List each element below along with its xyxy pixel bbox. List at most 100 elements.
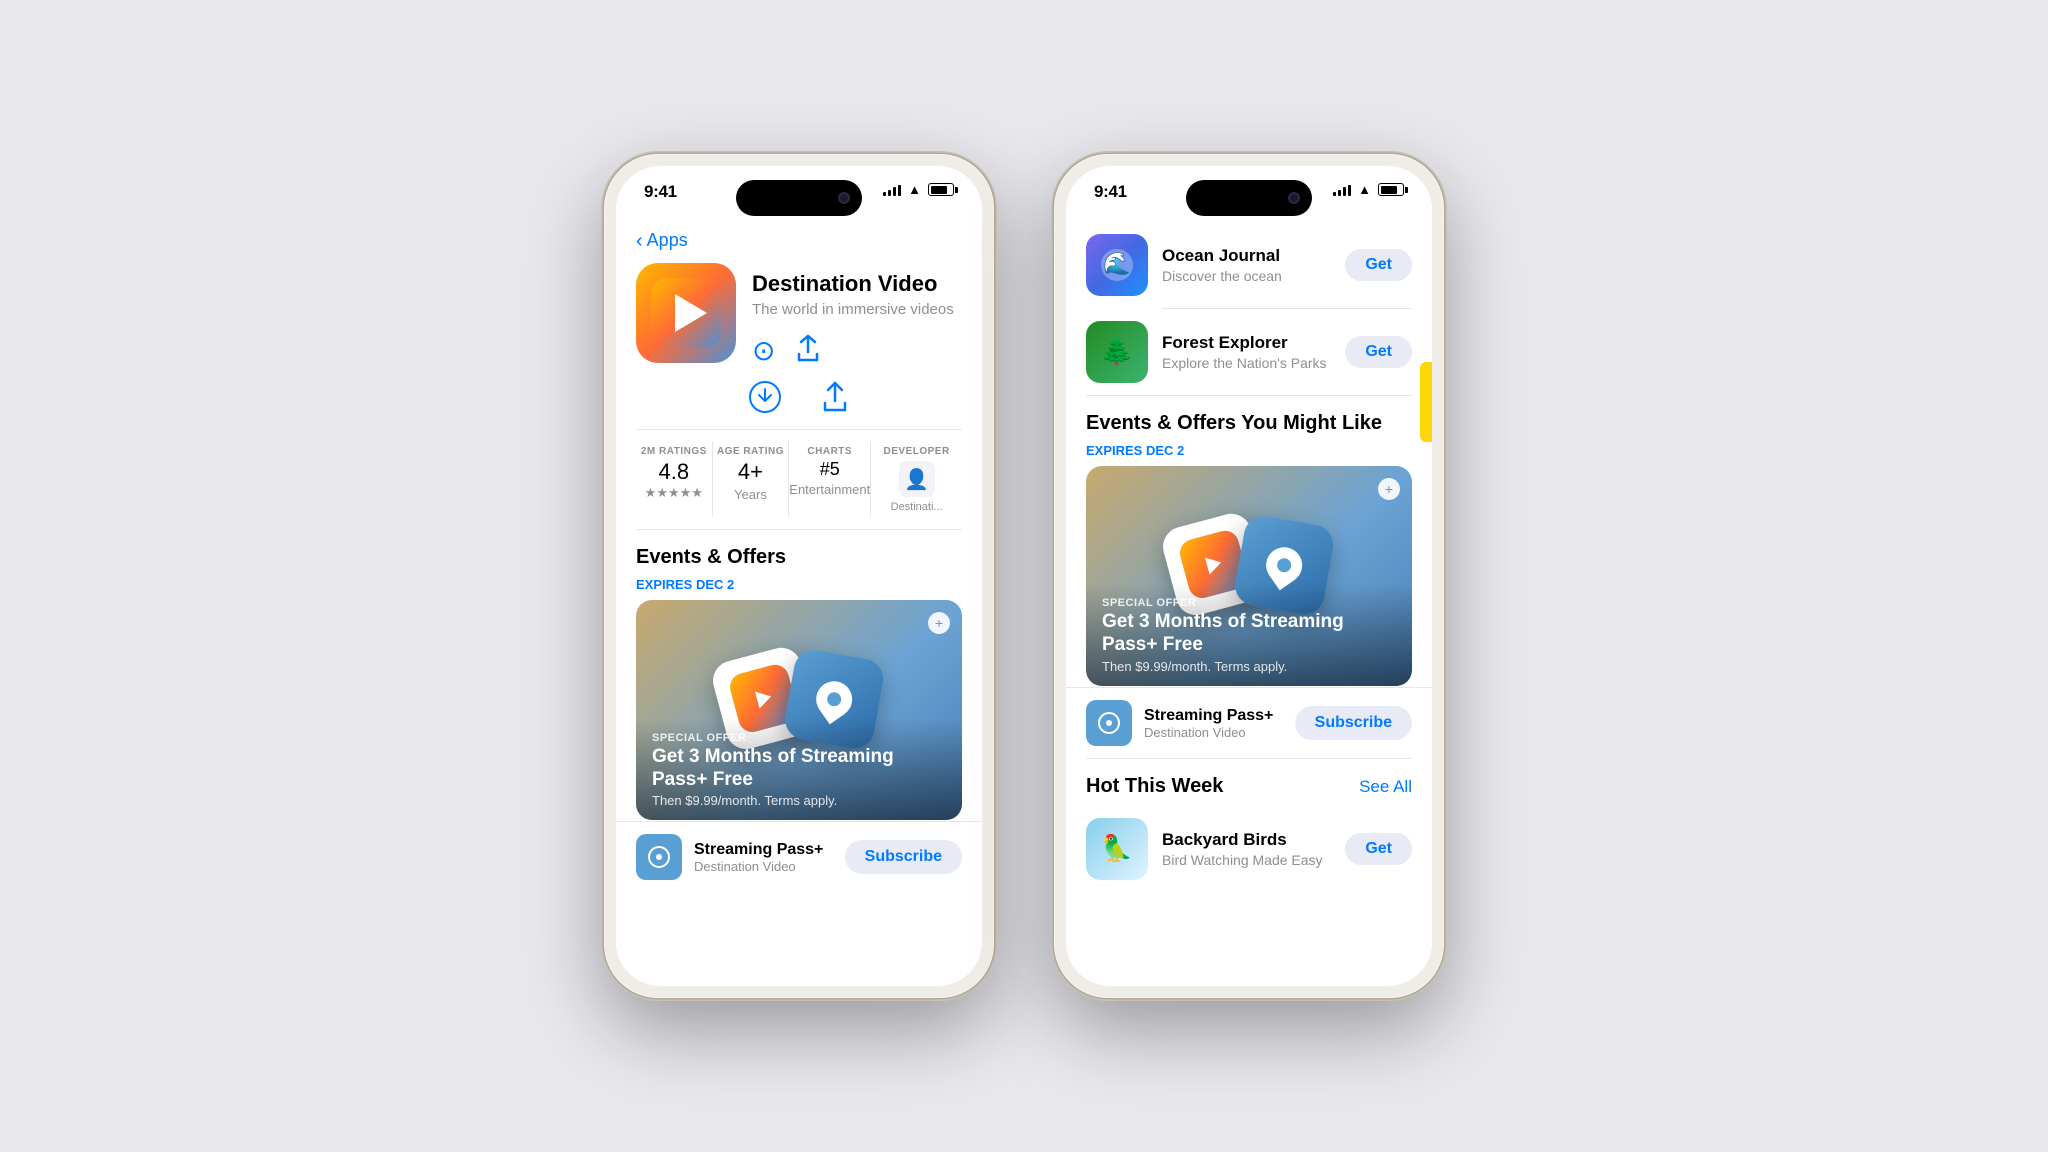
signal-icon-1 <box>883 183 901 196</box>
forest-explorer-icon: 🌲 <box>1086 321 1148 383</box>
subscribe-app-name-1: Streaming Pass+ <box>694 841 833 859</box>
event-card-content: SPECIAL OFFER Get 3 Months of Streaming … <box>636 718 962 821</box>
event-card-title-2: Get 3 Months of Streaming Pass+ Free <box>1102 611 1396 657</box>
ocean-journal-name: Ocean Journal <box>1162 246 1331 266</box>
hot-section-header: Hot This Week See All <box>1066 759 1432 806</box>
forest-explorer-name: Forest Explorer <box>1162 333 1331 353</box>
subscribe-row-2: Streaming Pass+ Destination Video Subscr… <box>1066 687 1432 758</box>
subscribe-app-sub-2: Destination Video <box>1144 725 1283 740</box>
phone-2: 9:41 ▲ <box>1054 154 1444 998</box>
age-label: Age Rating <box>713 446 789 457</box>
download-btn[interactable] <box>749 381 781 413</box>
signal-icon-2 <box>1333 183 1351 196</box>
back-label[interactable]: Apps <box>647 230 688 251</box>
app-actions: ⊙ <box>752 334 962 369</box>
status-icons-2: ▲ <box>1333 182 1404 197</box>
svg-text:🌲: 🌲 <box>1101 336 1133 366</box>
developer-icon: 👤 <box>899 461 935 497</box>
forest-explorer-info: Forest Explorer Explore the Nation's Par… <box>1162 333 1331 371</box>
special-offer-label-2: SPECIAL OFFER <box>1102 597 1396 609</box>
chart-label: Charts <box>789 446 870 457</box>
download-icon[interactable]: ⊙ <box>752 334 775 369</box>
subscribe-app-name-2: Streaming Pass+ <box>1144 707 1283 725</box>
phone-1: 9:41 ▲ ‹ <box>604 154 994 998</box>
ocean-journal-info: Ocean Journal Discover the ocean <box>1162 246 1331 284</box>
event-card-1[interactable]: + SPECIAL OFFER Get 3 Months of Streamin… <box>636 600 962 820</box>
event-card-subtitle-2: Then $9.99/month. Terms apply. <box>1102 659 1396 674</box>
list-item-backyard: 🦜 Backyard Birds Bird Watching Made Easy… <box>1066 806 1432 892</box>
phone-2-screen: 9:41 ▲ <box>1066 166 1432 986</box>
yellow-accent-peek <box>1420 362 1432 442</box>
destination-video-icon-svg <box>651 278 721 348</box>
back-nav[interactable]: ‹ Apps <box>616 222 982 255</box>
subscribe-info-2: Streaming Pass+ Destination Video <box>1144 707 1283 740</box>
dev-label: Developer <box>884 446 950 457</box>
subscribe-info-1: Streaming Pass+ Destination Video <box>694 841 833 874</box>
wifi-icon-2: ▲ <box>1358 182 1371 197</box>
back-chevron-icon: ‹ <box>636 231 643 251</box>
backyard-birds-icon: 🦜 <box>1086 818 1148 880</box>
app-header: Destination Video The world in immersive… <box>616 255 982 381</box>
expires-label-1: EXPIRES DEC 2 <box>616 573 982 600</box>
chart-sub: Entertainment <box>789 482 870 497</box>
see-all-button[interactable]: See All <box>1359 777 1412 797</box>
plus-badge-2: + <box>1378 478 1400 500</box>
ocean-journal-desc: Discover the ocean <box>1162 268 1331 284</box>
ratings-row: 2M Ratings 4.8 ★★★★★ Age Rating 4+ Years… <box>616 430 982 529</box>
status-time-2: 9:41 <box>1094 182 1127 202</box>
age-sub: Years <box>713 487 789 502</box>
subscribe-button-2[interactable]: Subscribe <box>1295 706 1412 740</box>
special-offer-label-1: SPECIAL OFFER <box>652 732 946 744</box>
hot-section-title: Hot This Week <box>1086 775 1223 798</box>
age-rating-cell: Age Rating 4+ Years <box>713 442 790 517</box>
chart-value: #5 <box>789 459 870 480</box>
dev-name: Destinati... <box>891 501 943 513</box>
backyard-birds-desc: Bird Watching Made Easy <box>1162 852 1331 868</box>
app-title-section: Destination Video The world in immersive… <box>752 263 962 369</box>
chart-cell: Charts #5 Entertainment <box>789 442 871 517</box>
subscribe-row-1: Streaming Pass+ Destination Video Subscr… <box>616 821 982 892</box>
download-share-row <box>616 381 982 429</box>
wifi-icon-1: ▲ <box>908 182 921 197</box>
list-item-ocean: 🌊 Ocean Journal Discover the ocean Get <box>1066 222 1432 308</box>
battery-icon-2 <box>1378 183 1404 196</box>
app-icon-destination-video <box>636 263 736 363</box>
front-camera-1 <box>838 192 850 204</box>
backyard-birds-name: Backyard Birds <box>1162 830 1331 850</box>
share-btn[interactable] <box>821 381 849 413</box>
expires-label-2: EXPIRES DEC 2 <box>1066 439 1432 466</box>
forest-explorer-desc: Explore the Nation's Parks <box>1162 355 1331 371</box>
get-button-ocean[interactable]: Get <box>1345 249 1412 281</box>
rating-stars: ★★★★★ <box>636 485 712 501</box>
event-card-2[interactable]: + SPECIAL OFFER Get 3 Months of Streamin… <box>1086 466 1412 686</box>
event-card-title-1: Get 3 Months of Streaming Pass+ Free <box>652 746 946 792</box>
event-card-subtitle-1: Then $9.99/month. Terms apply. <box>652 793 946 808</box>
svg-text:🌊: 🌊 <box>1103 251 1130 276</box>
ocean-journal-icon: 🌊 <box>1086 234 1148 296</box>
age-value: 4+ <box>713 459 789 485</box>
backyard-birds-info: Backyard Birds Bird Watching Made Easy <box>1162 830 1331 868</box>
get-button-backyard[interactable]: Get <box>1345 833 1412 865</box>
app-detail-screen: ‹ Apps <box>616 222 982 986</box>
app-browse-screen: 🌊 Ocean Journal Discover the ocean Get 🌲 <box>1066 222 1432 986</box>
front-camera-2 <box>1288 192 1300 204</box>
svg-text:🦜: 🦜 <box>1101 832 1133 864</box>
list-item-forest: 🌲 Forest Explorer Explore the Nation's P… <box>1066 309 1432 395</box>
app-title: Destination Video <box>752 271 962 297</box>
dynamic-island-2 <box>1186 180 1312 216</box>
dynamic-island-1 <box>736 180 862 216</box>
streaming-pass-icon-1 <box>636 834 682 880</box>
events-section-title: Events & Offers <box>616 530 982 573</box>
rating-count-cell: 2M Ratings 4.8 ★★★★★ <box>636 442 713 517</box>
rating-count-label: 2M Ratings <box>636 446 712 457</box>
rating-count-value: 4.8 <box>636 459 712 485</box>
subscribe-button-1[interactable]: Subscribe <box>845 840 962 874</box>
streaming-pass-icon-2 <box>1086 700 1132 746</box>
plus-badge: + <box>928 612 950 634</box>
get-button-forest[interactable]: Get <box>1345 336 1412 368</box>
event-card-content-2: SPECIAL OFFER Get 3 Months of Streaming … <box>1086 583 1412 686</box>
phone-1-screen: 9:41 ▲ ‹ <box>616 166 982 986</box>
battery-icon-1 <box>928 183 954 196</box>
share-icon[interactable] <box>795 334 821 369</box>
subscribe-app-sub-1: Destination Video <box>694 859 833 874</box>
